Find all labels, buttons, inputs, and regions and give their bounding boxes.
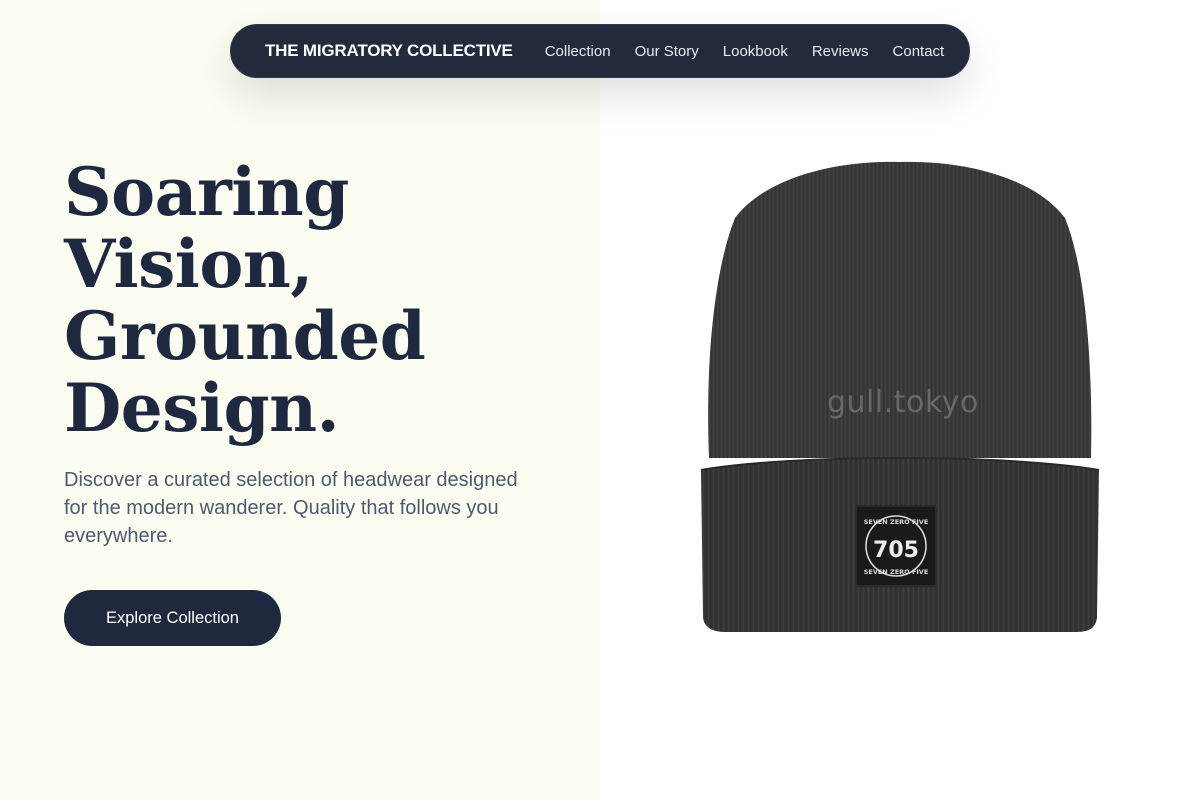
nav-link-our-story[interactable]: Our Story xyxy=(635,43,699,60)
image-watermark: gull.tokyo xyxy=(827,385,979,420)
brand-patch: SEVEN ZERO FIVE 705 SEVEN ZERO FIVE xyxy=(855,505,937,587)
hero-headline: Soaring Vision, Grounded Design. xyxy=(64,156,544,444)
headline-line: Soaring xyxy=(64,153,349,231)
headline-line: Design. xyxy=(64,369,340,447)
headline-line: Grounded xyxy=(64,297,426,375)
patch-top-text: SEVEN ZERO FIVE xyxy=(864,518,929,526)
patch-number: 705 xyxy=(873,538,919,563)
nav-link-collection[interactable]: Collection xyxy=(545,43,611,60)
nav-link-contact[interactable]: Contact xyxy=(893,43,945,60)
nav-links: Collection Our Story Lookbook Reviews Co… xyxy=(545,43,945,60)
nav-link-reviews[interactable]: Reviews xyxy=(812,43,869,60)
headline-line: Vision, xyxy=(64,225,313,303)
explore-collection-button[interactable]: Explore Collection xyxy=(64,590,281,646)
nav-link-lookbook[interactable]: Lookbook xyxy=(723,43,788,60)
hero-subtext: Discover a curated selection of headwear… xyxy=(64,469,518,547)
brand-logo[interactable]: THE MIGRATORY COLLECTIVE xyxy=(265,41,513,61)
top-navbar: THE MIGRATORY COLLECTIVE Collection Our … xyxy=(230,24,970,78)
patch-bottom-text: SEVEN ZERO FIVE xyxy=(864,568,929,576)
